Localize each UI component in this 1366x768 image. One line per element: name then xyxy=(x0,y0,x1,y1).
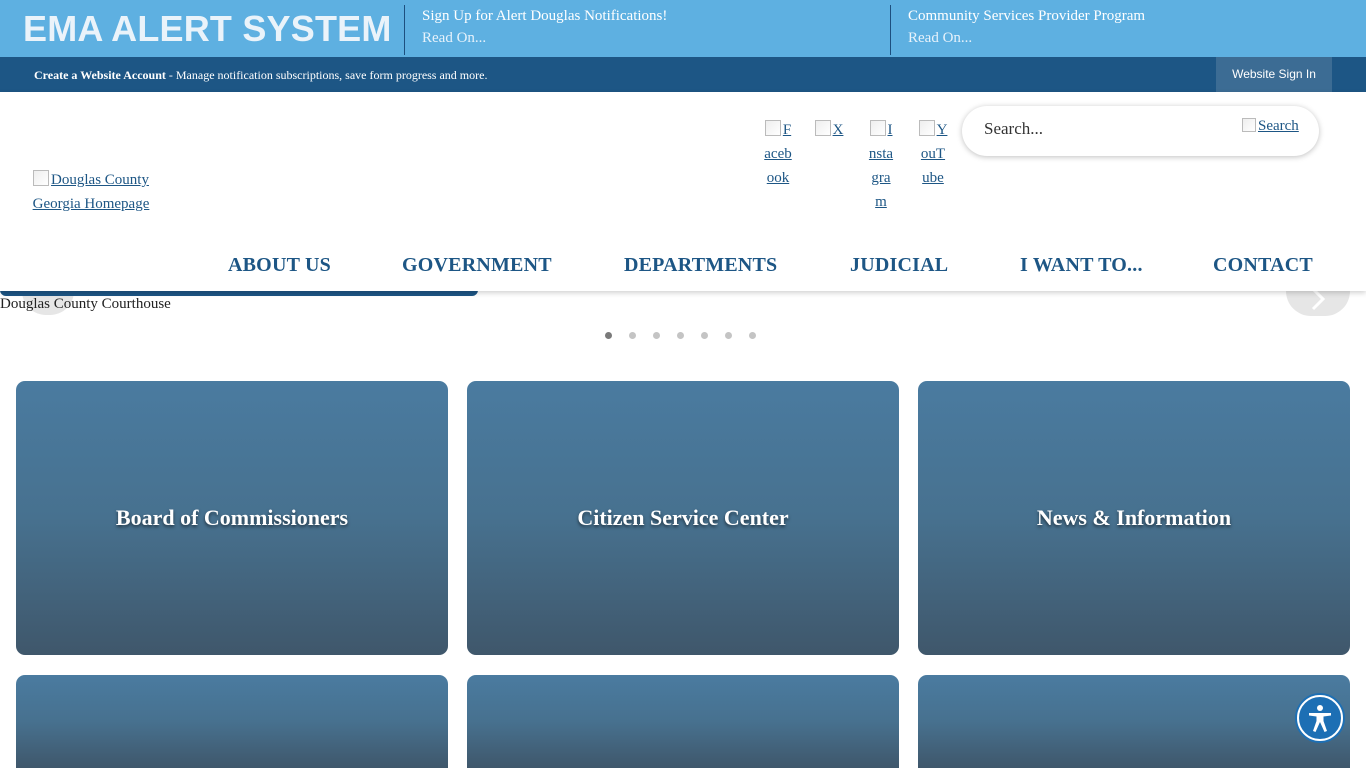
slideshow-dot[interactable] xyxy=(701,332,708,339)
facebook-icon xyxy=(764,120,781,136)
slideshow-dot[interactable] xyxy=(605,332,612,339)
alert-item-title[interactable]: Community Services Provider Program xyxy=(908,8,1145,25)
slideshow-dot[interactable] xyxy=(629,332,636,339)
tile-row2-center[interactable] xyxy=(467,675,899,768)
tile-board-of-commissioners[interactable]: Board of Commissioners xyxy=(16,381,448,655)
instagram-link[interactable]: Instagram xyxy=(866,118,896,214)
tile-row2-left[interactable] xyxy=(16,675,448,768)
alert-item-title[interactable]: Sign Up for Alert Douglas Notifications! xyxy=(422,8,667,25)
nav-item-government[interactable]: GOVERNMENT xyxy=(402,254,552,277)
facebook-link[interactable]: Facebook xyxy=(763,118,793,190)
slideshow-dot[interactable] xyxy=(677,332,684,339)
alert-divider xyxy=(404,5,405,55)
x-link[interactable]: X xyxy=(814,118,844,142)
slideshow-dot[interactable] xyxy=(749,332,756,339)
slideshow-dot[interactable] xyxy=(653,332,660,339)
youtube-icon xyxy=(918,120,935,136)
main-nav: ABOUT US GOVERNMENT DEPARTMENTS JUDICIAL… xyxy=(0,254,1366,284)
accessibility-icon xyxy=(1309,705,1331,732)
alert-item-signup[interactable]: Sign Up for Alert Douglas Notifications!… xyxy=(422,8,667,47)
tile-label[interactable]: Citizen Service Center xyxy=(467,505,899,531)
create-account-link[interactable]: Create a Website Account xyxy=(34,68,166,82)
alert-bar: EMA ALERT SYSTEM Sign Up for Alert Dougl… xyxy=(0,0,1366,57)
nav-item-judicial[interactable]: JUDICIAL xyxy=(850,254,948,277)
slideshow-dot[interactable] xyxy=(725,332,732,339)
search-button[interactable]: Search xyxy=(1242,118,1299,135)
alert-read-on-link[interactable]: Read On... xyxy=(422,30,667,47)
search-input[interactable] xyxy=(984,119,1214,139)
alert-divider xyxy=(890,5,891,55)
logo-alt-text[interactable]: Douglas County Georgia Homepage xyxy=(33,172,150,212)
tile-news-information[interactable]: News & Information xyxy=(918,381,1350,655)
slideshow-next-button[interactable] xyxy=(1286,291,1350,316)
tile-citizen-service-center[interactable]: Citizen Service Center xyxy=(467,381,899,655)
site-header: Douglas County Georgia Homepage Facebook… xyxy=(0,92,1366,291)
tile-row2-right[interactable] xyxy=(918,675,1350,768)
tile-label[interactable]: News & Information xyxy=(918,505,1350,531)
search-icon xyxy=(1242,118,1256,132)
account-message: Create a Website Account - Manage notifi… xyxy=(34,68,487,83)
chevron-right-icon xyxy=(1311,291,1326,311)
account-bar: Create a Website Account - Manage notifi… xyxy=(0,57,1366,92)
alert-item-community[interactable]: Community Services Provider Program Read… xyxy=(908,8,1145,47)
search-box: Search xyxy=(962,106,1319,156)
youtube-link[interactable]: YouTube xyxy=(918,118,948,190)
tile-label[interactable]: Board of Commissioners xyxy=(16,505,448,531)
slideshow-image-alt: Douglas County Courthouse xyxy=(0,296,171,312)
alert-read-on-link[interactable]: Read On... xyxy=(908,30,1145,47)
website-sign-in-button[interactable]: Website Sign In xyxy=(1216,57,1332,92)
account-description: - Manage notification subscriptions, sav… xyxy=(165,68,488,82)
broken-image-icon xyxy=(33,170,50,186)
nav-item-i-want-to[interactable]: I WANT TO... xyxy=(1020,254,1143,277)
nav-item-departments[interactable]: DEPARTMENTS xyxy=(624,254,777,277)
logo-link[interactable]: Douglas County Georgia Homepage xyxy=(16,168,166,216)
instagram-icon xyxy=(869,120,886,136)
slideshow-image: Douglas County Courthouse xyxy=(0,294,171,313)
alert-system-title: EMA ALERT SYSTEM xyxy=(23,8,392,49)
nav-item-contact[interactable]: CONTACT xyxy=(1213,254,1313,277)
nav-item-about-us[interactable]: ABOUT US xyxy=(228,254,331,277)
accessibility-button[interactable] xyxy=(1297,695,1343,741)
x-icon xyxy=(814,120,831,136)
